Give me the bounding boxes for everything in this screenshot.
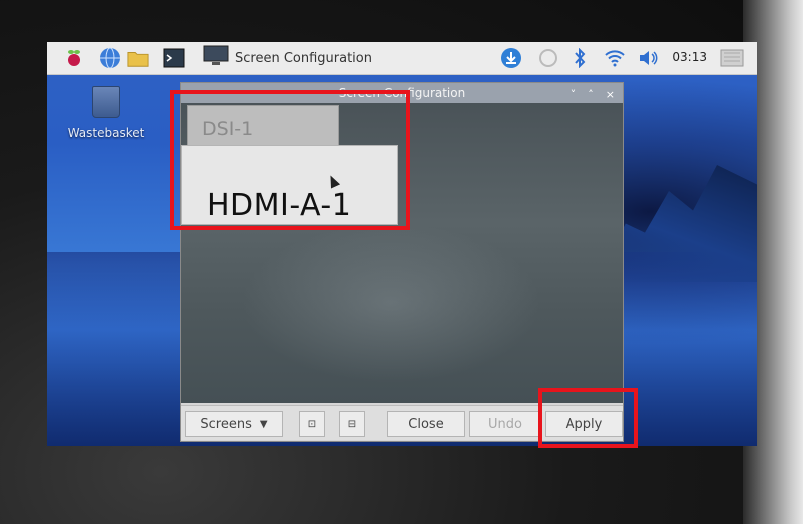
zoom-out-icon: ⊟ [347,418,357,430]
close-icon[interactable]: × [606,85,615,105]
wifi-icon[interactable] [603,47,627,69]
zoom-in-button[interactable]: ⊡ [299,411,325,437]
undo-button[interactable]: Undo [469,411,541,437]
dropdown-arrow-icon: ▼ [259,418,268,430]
zoom-out-button[interactable]: ⊟ [339,411,365,437]
display-icon [203,45,229,71]
highlight-box-monitor [170,90,410,230]
screens-label: Screens [200,416,252,432]
clock[interactable]: 03:13 [672,50,707,64]
folder-icon[interactable] [127,47,149,69]
terminal-icon[interactable] [163,47,185,69]
wastebasket-desktop-icon[interactable]: Wastebasket [61,86,151,141]
canvas-background [241,223,541,383]
window-controls: ˅ ˄ × [571,85,615,105]
minimize-icon[interactable]: ˅ [571,85,577,105]
zoom-in-icon: ⊡ [307,418,317,430]
trash-icon [92,86,120,118]
screens-menu-button[interactable]: Screens ▼ [185,411,283,437]
taskbar-window-title: Screen Configuration [235,50,372,66]
taskbar: Screen Configuration 03:13 [47,42,757,75]
eject-icon[interactable] [719,47,745,69]
globe-icon[interactable] [99,47,121,69]
raspberry-pi-menu-icon[interactable] [63,47,85,69]
network-icon[interactable] [537,47,559,69]
wastebasket-label: Wastebasket [67,126,145,140]
close-button[interactable]: Close [387,411,465,437]
volume-icon[interactable] [637,47,661,69]
bluetooth-icon[interactable] [571,47,589,69]
taskbar-window-button[interactable]: Screen Configuration [199,45,393,71]
maximize-icon[interactable]: ˄ [588,85,594,105]
highlight-box-apply [538,388,638,448]
update-icon[interactable] [499,47,523,69]
